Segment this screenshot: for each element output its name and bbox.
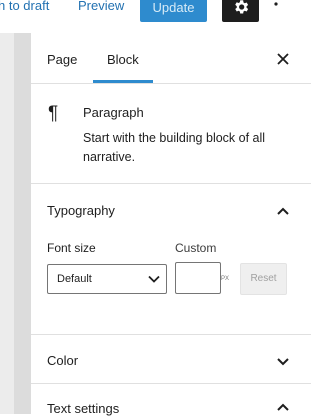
custom-size-label: Custom xyxy=(175,241,217,255)
tab-page[interactable]: Page xyxy=(47,52,77,67)
block-description: Start with the building block of all nar… xyxy=(83,131,266,164)
chevron-up-icon[interactable] xyxy=(276,402,290,412)
editor-canvas-edge xyxy=(0,33,14,414)
chevron-down-icon[interactable] xyxy=(276,357,290,367)
editor-top-bar: h to draft Preview Update xyxy=(0,0,311,33)
settings-sidebar: Page Block ¶ Paragraph Start with the bu… xyxy=(31,33,311,416)
vertical-ellipsis-icon[interactable] xyxy=(271,0,281,16)
update-button[interactable]: Update xyxy=(140,0,207,22)
tabs-divider xyxy=(31,83,311,84)
gear-icon xyxy=(234,0,248,14)
divider xyxy=(31,383,311,384)
divider xyxy=(31,334,311,335)
chevron-down-icon xyxy=(148,275,160,283)
block-title: Paragraph xyxy=(83,105,144,120)
font-size-select[interactable]: Default xyxy=(47,264,167,294)
font-size-label: Font size xyxy=(47,241,96,255)
font-size-value: Default xyxy=(57,273,92,285)
color-panel-title[interactable]: Color xyxy=(47,353,78,368)
sidebar-left-border xyxy=(14,33,31,414)
paragraph-icon: ¶ xyxy=(48,103,59,124)
tab-block[interactable]: Block xyxy=(107,52,139,67)
preview-button[interactable]: Preview xyxy=(78,0,124,13)
typography-panel-title[interactable]: Typography xyxy=(47,203,115,218)
custom-font-size-input[interactable]: PX xyxy=(175,262,229,294)
close-icon[interactable] xyxy=(275,51,291,67)
switch-to-draft-button[interactable]: h to draft xyxy=(0,0,49,13)
px-unit-label: PX xyxy=(221,276,230,282)
settings-button[interactable] xyxy=(222,0,259,22)
reset-button[interactable]: Reset xyxy=(240,263,287,295)
divider xyxy=(31,183,311,184)
chevron-up-icon[interactable] xyxy=(276,206,290,216)
